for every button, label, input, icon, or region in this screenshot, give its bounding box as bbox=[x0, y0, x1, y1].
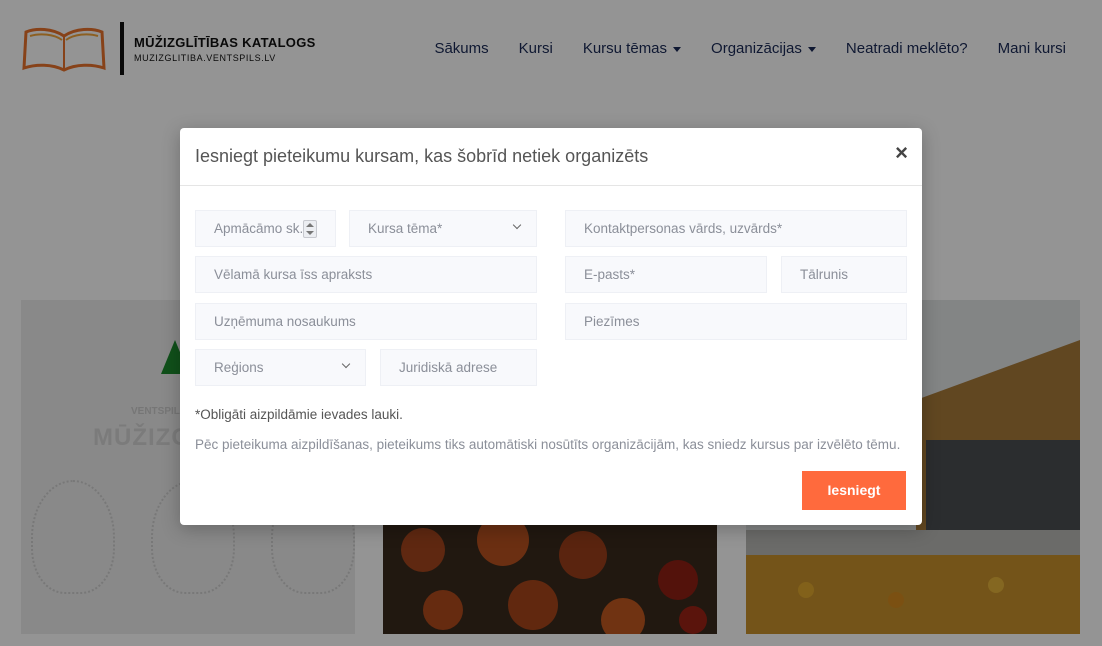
phone-input[interactable]: Tālrunis bbox=[781, 256, 907, 293]
students-count-placeholder: Apmācāmo sk. bbox=[214, 221, 304, 236]
submit-button[interactable]: Iesniegt bbox=[802, 471, 906, 510]
course-request-modal: Iesniegt pieteikumu kursam, kas šobrīd n… bbox=[180, 128, 922, 525]
region-placeholder: Reģions bbox=[214, 360, 264, 375]
company-name-input[interactable]: Uzņēmuma nosaukums bbox=[195, 303, 537, 340]
required-fields-note: *Obligāti aizpildāmie ievades lauki. bbox=[195, 407, 403, 422]
chevron-down-icon bbox=[341, 359, 351, 369]
modal-header: Iesniegt pieteikumu kursam, kas šobrīd n… bbox=[180, 128, 922, 186]
close-icon[interactable]: × bbox=[895, 142, 908, 164]
course-description-placeholder: Vēlamā kursa īss apraksts bbox=[214, 267, 373, 282]
contact-name-input[interactable]: Kontaktpersonas vārds, uzvārds* bbox=[565, 210, 907, 247]
email-input[interactable]: E-pasts* bbox=[565, 256, 767, 293]
region-select[interactable]: Reģions bbox=[195, 349, 366, 386]
notes-input[interactable]: Piezīmes bbox=[565, 303, 907, 340]
company-name-placeholder: Uzņēmuma nosaukums bbox=[214, 314, 356, 329]
students-count-input[interactable]: Apmācāmo sk. bbox=[195, 210, 336, 247]
course-topic-select[interactable]: Kursa tēma* bbox=[349, 210, 537, 247]
phone-placeholder: Tālrunis bbox=[800, 267, 849, 282]
course-description-input[interactable]: Vēlamā kursa īss apraksts bbox=[195, 256, 537, 293]
email-placeholder: E-pasts* bbox=[584, 267, 636, 282]
notes-placeholder: Piezīmes bbox=[584, 314, 640, 329]
chevron-down-icon bbox=[512, 220, 522, 230]
legal-address-placeholder: Juridiskā adrese bbox=[399, 360, 498, 375]
number-spinner-icon[interactable] bbox=[303, 220, 317, 238]
modal-title: Iesniegt pieteikumu kursam, kas šobrīd n… bbox=[195, 146, 649, 166]
info-note: Pēc pieteikuma aizpildīšanas, pieteikums… bbox=[195, 437, 901, 452]
legal-address-input[interactable]: Juridiskā adrese bbox=[380, 349, 537, 386]
course-topic-placeholder: Kursa tēma* bbox=[368, 221, 443, 236]
contact-name-placeholder: Kontaktpersonas vārds, uzvārds* bbox=[584, 221, 783, 236]
